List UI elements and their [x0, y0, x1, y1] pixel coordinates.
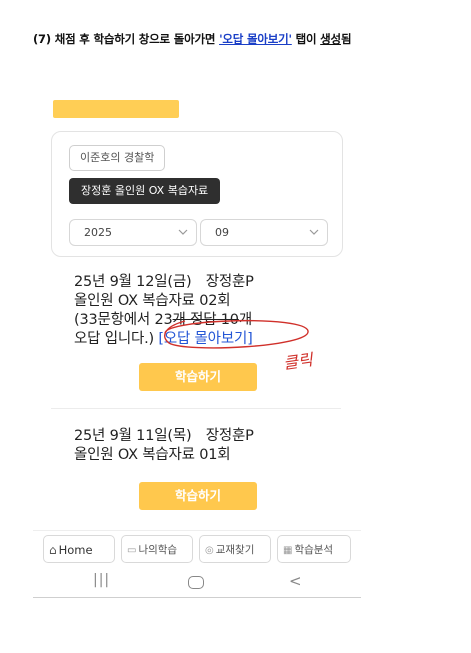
chevron-down-icon [309, 229, 319, 235]
search-icon: ◎ [205, 545, 214, 556]
filter-card: 이준호의 경찰학 장정훈 올인원 OX 복습자료 2025 09 [51, 131, 343, 257]
entry-subtitle-line: 올인원 OX 복습자료 02회 [74, 293, 231, 309]
study-button[interactable]: 학습하기 [139, 482, 257, 510]
selected-material-chip[interactable]: 장정훈 올인원 OX 복습자료 [69, 178, 221, 204]
entry-subtitle-line: 올인원 OX 복습자료 01회 [74, 447, 231, 463]
study-button[interactable]: 학습하기 [139, 363, 257, 391]
system-navigation-bar: ||| < [33, 568, 361, 600]
recent-apps-icon[interactable]: ||| [93, 572, 110, 588]
wrong-count-text: 오답 입니다.) [74, 331, 154, 347]
entry-title-line: 25년 9월 12일(금) 장정훈P [74, 274, 254, 290]
active-tab-indicator[interactable] [53, 100, 179, 118]
subject-chip[interactable]: 이준호의 경찰학 [69, 145, 166, 171]
year-select[interactable]: 2025 [69, 219, 197, 246]
caption-underlined: 생성 [320, 32, 341, 46]
nav-find-book-label: 교재찾기 [215, 544, 255, 556]
nav-my-study-button[interactable]: ▭ 나의학습 [121, 535, 193, 563]
nav-my-study-label: 나의학습 [138, 544, 178, 556]
home-icon: ⌂ [49, 543, 57, 557]
chart-icon: ▦ [283, 545, 293, 556]
caption-middle: 탭이 [291, 32, 321, 46]
caption-prefix: (7) 채점 후 학습하기 창으로 돌아가면 [33, 32, 220, 46]
phone-screen: 이준호의 경찰학 장정훈 올인원 OX 복습자료 2025 09 25년 9월 … [33, 90, 361, 605]
annotation-click-note: 클릭 [282, 350, 314, 373]
folder-icon: ▭ [127, 545, 137, 556]
screen-bottom-rule [33, 597, 361, 598]
caption-suffix: 됨 [340, 32, 352, 46]
entry-title-line: 25년 9월 11일(목) 장정훈P [74, 428, 254, 444]
bottom-navigation: ⌂ Home ▭ 나의학습 ◎ 교재찾기 ▦ 학습분석 [33, 530, 361, 567]
chevron-down-icon [178, 229, 188, 235]
entry-divider [51, 408, 341, 409]
month-value: 09 [215, 226, 229, 239]
home-circle-icon[interactable] [188, 576, 204, 589]
nav-find-book-button[interactable]: ◎ 교재찾기 [199, 535, 271, 563]
back-icon[interactable]: < [289, 572, 302, 590]
instruction-caption: (7) 채점 후 학습하기 창으로 돌아가면 '오답 몰아보기' 탭이 생성됨 [33, 31, 453, 47]
nav-home-button[interactable]: ⌂ Home [43, 535, 115, 563]
annotation-oval [164, 319, 309, 349]
nav-home-label: Home [58, 543, 93, 557]
year-value: 2025 [84, 226, 112, 239]
nav-analysis-label: 학습분석 [294, 544, 334, 556]
nav-analysis-button[interactable]: ▦ 학습분석 [277, 535, 351, 563]
caption-highlight: '오답 몰아보기' [219, 32, 292, 46]
month-select[interactable]: 09 [200, 219, 328, 246]
